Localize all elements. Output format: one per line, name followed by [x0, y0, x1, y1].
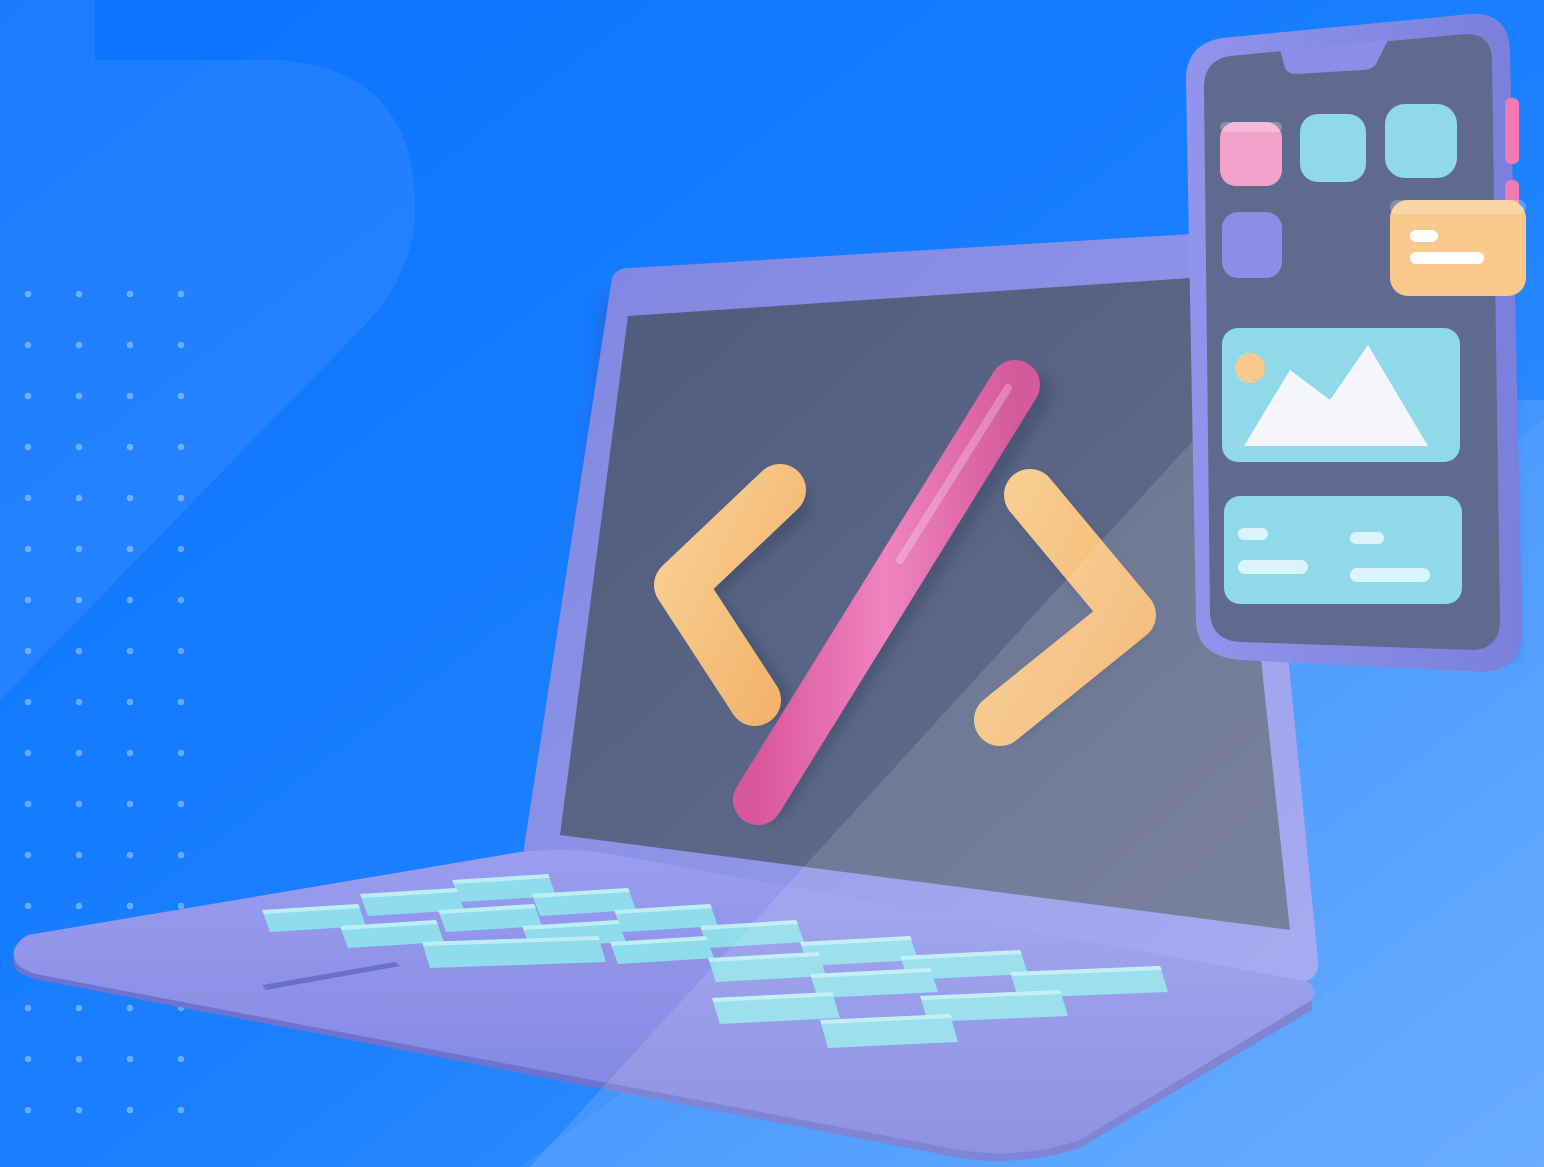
grid-dot [75, 443, 83, 451]
grid-dot [24, 1004, 32, 1012]
grid-dot [126, 902, 134, 910]
grid-dot [177, 851, 185, 859]
grid-dot [126, 290, 134, 298]
grid-dot [24, 902, 32, 910]
grid-dot [177, 341, 185, 349]
grid-dot [24, 1106, 32, 1114]
grid-dot [75, 545, 83, 553]
text-card [1224, 496, 1462, 604]
hero-illustration [0, 0, 1544, 1167]
grid-dot [177, 596, 185, 604]
grid-dot [177, 749, 185, 757]
grid-dot [126, 1004, 134, 1012]
grid-dot [75, 1004, 83, 1012]
app-icon-cyan-1 [1300, 114, 1366, 182]
grid-dot [24, 1055, 32, 1063]
grid-dot [24, 800, 32, 808]
grid-dot [126, 1055, 134, 1063]
grid-dot [75, 902, 83, 910]
grid-dot [126, 698, 134, 706]
grid-dot [24, 698, 32, 706]
grid-dot [126, 647, 134, 655]
grid-dot [24, 290, 32, 298]
grid-dot [24, 596, 32, 604]
grid-dot [177, 698, 185, 706]
grid-dot [126, 800, 134, 808]
grid-dot [75, 341, 83, 349]
grid-dot [177, 902, 185, 910]
grid-dot [75, 290, 83, 298]
grid-dot [126, 443, 134, 451]
grid-dot [75, 392, 83, 400]
grid-dot [177, 1055, 185, 1063]
grid-dot [75, 800, 83, 808]
grid-dot [177, 545, 185, 553]
grid-dot [126, 494, 134, 502]
grid-dot [126, 392, 134, 400]
grid-dot [126, 545, 134, 553]
app-icon-cyan-2 [1385, 104, 1457, 178]
grid-dot [126, 596, 134, 604]
image-mountain-icon [1222, 328, 1460, 462]
smartphone [1186, 13, 1526, 672]
grid-dot [75, 647, 83, 655]
message-card-icon [1390, 200, 1526, 296]
grid-dot [75, 851, 83, 859]
grid-dot [177, 392, 185, 400]
grid-dot [126, 341, 134, 349]
grid-dot [24, 341, 32, 349]
grid-dot [75, 1106, 83, 1114]
app-icon-purple [1222, 212, 1282, 278]
grid-dot [24, 494, 32, 502]
grid-dot [24, 545, 32, 553]
grid-dot [75, 494, 83, 502]
grid-dot [75, 596, 83, 604]
grid-dot [177, 494, 185, 502]
grid-dot [126, 851, 134, 859]
grid-dot [126, 1106, 134, 1114]
grid-dot [177, 443, 185, 451]
grid-dot [24, 392, 32, 400]
grid-dot [75, 1055, 83, 1063]
grid-dot [75, 749, 83, 757]
grid-dot [126, 749, 134, 757]
grid-dot [177, 647, 185, 655]
grid-dot [24, 851, 32, 859]
illustration-canvas [0, 0, 1544, 1167]
grid-dot [177, 800, 185, 808]
grid-dot [24, 443, 32, 451]
grid-dot [177, 1106, 185, 1114]
grid-dot [24, 647, 32, 655]
grid-dot [177, 290, 185, 298]
grid-dot [75, 698, 83, 706]
grid-dot [24, 749, 32, 757]
